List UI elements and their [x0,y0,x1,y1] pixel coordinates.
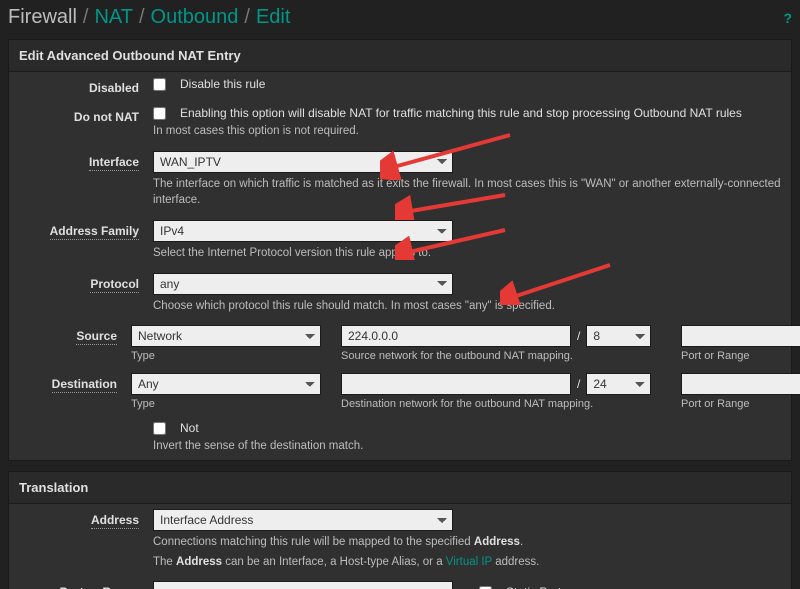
label-donotnat: Do not NAT [74,110,139,124]
panel-translation: Translation Address Interface Address Co… [8,471,792,589]
interface-select[interactable]: WAN_IPTV [153,151,453,173]
panel-title: Edit Advanced Outbound NAT Entry [9,40,791,72]
slash-icon: / [577,329,580,343]
breadcrumb: Firewall / NAT / Outbound / Edit ? [8,6,792,29]
trans-address-help2: The Address can be an Interface, a Host-… [153,554,781,571]
protocol-select[interactable]: any [153,273,453,295]
source-port-input[interactable] [681,325,800,347]
trans-address-help1: Connections matching this rule will be m… [153,534,781,551]
dest-address-input[interactable] [341,373,571,395]
virtual-ip-link[interactable]: Virtual IP [446,556,492,568]
breadcrumb-outbound[interactable]: Outbound [151,6,239,29]
breadcrumb-sep: / [244,6,250,29]
label-trans-address: Address [91,513,139,529]
source-type-sub: Type [131,350,331,362]
dest-mask-select[interactable]: 24 [586,373,651,395]
label-source: Source [76,329,117,345]
breadcrumb-firewall[interactable]: Firewall [8,6,77,29]
trans-address-select[interactable]: Interface Address [153,509,453,531]
source-type-select[interactable]: Network [131,325,321,347]
af-select[interactable]: IPv4 [153,220,453,242]
breadcrumb-edit: Edit [256,6,290,29]
label-af: Address Family [50,224,139,240]
protocol-help: Choose which protocol this rule should m… [153,298,781,315]
source-port-sub: Port or Range [681,350,781,362]
dest-port-sub: Port or Range [681,398,781,410]
donotnat-checkbox[interactable] [153,107,166,120]
dest-type-select[interactable]: Any [131,373,321,395]
not-checkbox[interactable] [153,422,166,435]
breadcrumb-sep: / [139,6,145,29]
label-destination: Destination [52,377,117,393]
breadcrumb-nat[interactable]: NAT [94,6,133,29]
label-protocol: Protocol [90,277,139,293]
label-trans-port: Port or Range [60,585,139,589]
source-mask-select[interactable]: 8 [586,325,651,347]
interface-help: The interface on which traffic is matche… [153,176,781,209]
donotnat-help: In most cases this option is not require… [153,123,781,140]
source-addr-sub: Source network for the outbound NAT mapp… [341,350,671,362]
slash-icon: / [577,377,580,391]
disabled-cb-label: Disable this rule [180,77,265,91]
label-interface: Interface [89,155,139,171]
not-help: Invert the sense of the destination matc… [153,438,781,455]
panel-title: Translation [9,472,791,504]
not-cb-label: Not [180,421,199,435]
trans-port-input[interactable] [153,581,453,589]
help-icon[interactable]: ? [783,10,792,26]
dest-addr-sub: Destination network for the outbound NAT… [341,398,671,410]
panel-edit-entry: Edit Advanced Outbound NAT Entry Disable… [8,39,792,461]
disabled-checkbox[interactable] [153,78,166,91]
breadcrumb-sep: / [83,6,89,29]
af-help: Select the Internet Protocol version thi… [153,245,781,262]
static-port-label: Static Port [506,585,561,589]
donotnat-cb-label: Enabling this option will disable NAT fo… [180,106,742,120]
dest-type-sub: Type [131,398,331,410]
label-disabled: Disabled [89,81,139,95]
dest-port-input[interactable] [681,373,800,395]
source-address-input[interactable] [341,325,571,347]
